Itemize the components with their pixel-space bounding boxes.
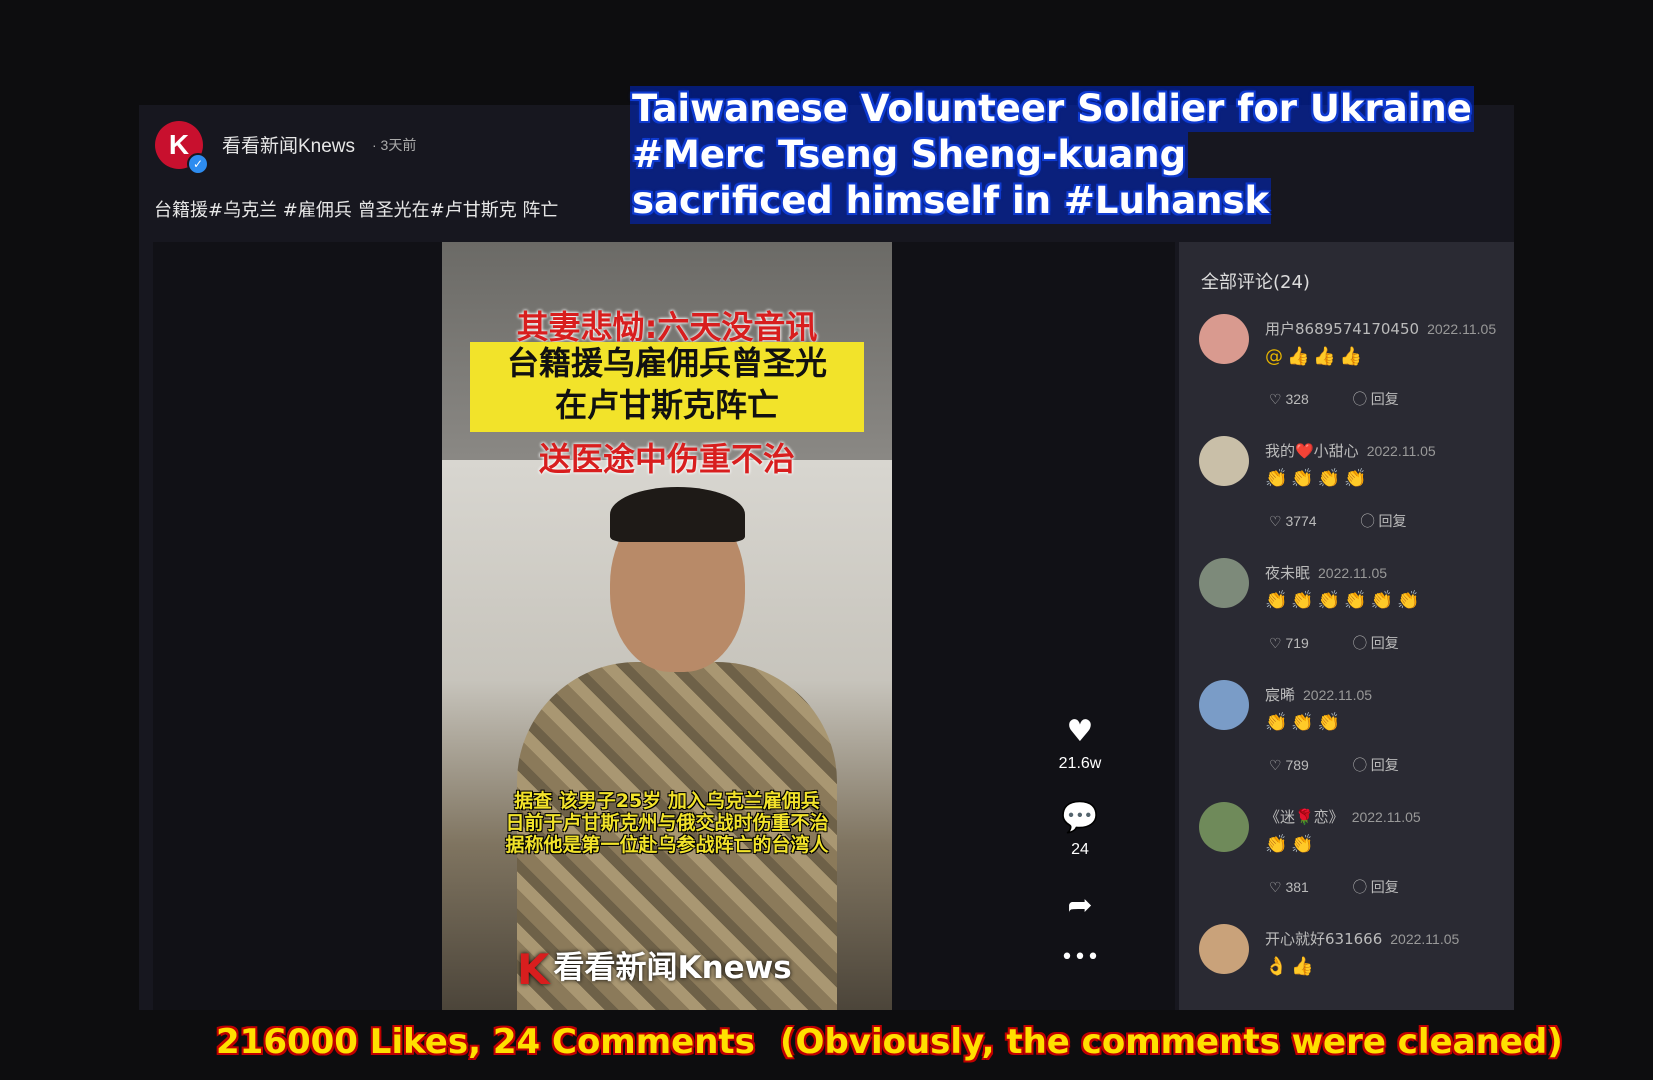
comment-like-button[interactable]: ♡ 789 — [1269, 757, 1331, 773]
comment-date: 2022.11.05 — [1303, 687, 1373, 703]
comment-author[interactable]: 我的❤️小甜心 2022.11.05 — [1265, 440, 1436, 461]
video-frame[interactable]: 其妻悲恸:六天没音讯 台籍援乌雇佣兵曾圣光 在卢甘斯克阵亡 送医途中伤重不治 据… — [442, 242, 892, 1010]
comment-date: 2022.11.05 — [1318, 565, 1388, 581]
comment-text: 👏👏👏👏👏👏 — [1265, 590, 1424, 611]
share-icon[interactable]: ➦ — [1040, 889, 1120, 923]
comment-date: 2022.11.05 — [1390, 931, 1460, 947]
soldier-hair — [610, 487, 745, 542]
comments-panel[interactable]: 全部评论(24) 用户8689574170450 2022.11.05 @👍👍👍 ♡ … — [1179, 242, 1514, 1010]
video-headline-2: 在卢甘斯克阵亡 — [554, 386, 779, 424]
comment-avatar[interactable] — [1199, 802, 1249, 852]
comment-actions: ♡ 3774 ◯ 回复 — [1269, 511, 1451, 531]
comment-avatar[interactable] — [1199, 314, 1249, 364]
video-subtitles: 据查 该男子25岁 加入乌克兰雇佣兵 日前于卢甘斯克州与俄交战时伤重不治 据称他… — [442, 790, 892, 856]
more-icon[interactable]: ••• — [1040, 941, 1120, 975]
comment-avatar[interactable] — [1199, 558, 1249, 608]
comment-avatar[interactable] — [1199, 436, 1249, 486]
comment-count: 24 — [1071, 841, 1089, 858]
video-subtitle-1: 据查 该男子25岁 加入乌克兰雇佣兵 — [514, 790, 820, 812]
bottom-caption-right: (Obviously, the comments were cleaned) — [780, 1022, 1563, 1062]
video-banner-bottom: 送医途中伤重不治 — [538, 440, 795, 478]
comment-like-button[interactable]: ♡ 719 — [1269, 635, 1331, 651]
overlay-line-2: #Merc Tseng Sheng-kuang — [630, 132, 1189, 178]
video-watermark: K 看看新闻Knews — [517, 945, 792, 994]
video-subtitle-3: 据称他是第一位赴乌参战阵亡的台湾人 — [505, 834, 829, 856]
comment-reply-button[interactable]: ◯ 回复 — [1353, 757, 1421, 773]
action-bar: ♥ 21.6w 💬 24 ➦ ••• — [1040, 715, 1120, 975]
heart-icon[interactable]: ♥ — [1040, 715, 1120, 749]
comment-date: 2022.11.05 — [1351, 809, 1421, 825]
verified-icon: ✓ — [187, 153, 209, 175]
comment-like-button[interactable]: ♡ 381 — [1269, 879, 1331, 895]
like-count: 21.6w — [1058, 755, 1102, 772]
comment-author[interactable]: 夜未眠 2022.11.05 — [1265, 562, 1387, 583]
video-subtitle-2: 日前于卢甘斯克州与俄交战时伤重不治 — [505, 812, 829, 834]
overlay-line-3: sacrificed himself in #Luhansk — [630, 178, 1272, 224]
post-time: · 3天前 — [372, 137, 417, 153]
overlay-line-1: Taiwanese Volunteer Soldier for Ukraine — [630, 86, 1474, 132]
comment-author[interactable]: 用户8689574170450 2022.11.05 — [1265, 318, 1496, 339]
comment-avatar[interactable] — [1199, 924, 1249, 974]
comments-title: 全部评论(24) — [1201, 272, 1310, 293]
comment-reply-button[interactable]: ◯ 回复 — [1353, 879, 1421, 895]
comment-text: 👏👏 — [1265, 834, 1318, 855]
comment-text: 👏👏👏👏 — [1265, 468, 1371, 489]
comment-text: 👏👏👏 — [1265, 712, 1345, 733]
comment-date: 2022.11.05 — [1366, 443, 1436, 459]
comment-avatar[interactable] — [1199, 680, 1249, 730]
comment-author[interactable]: 开心就好631666 2022.11.05 — [1265, 928, 1459, 949]
comment-like-button[interactable]: ♡ 328 — [1269, 391, 1331, 407]
comment-date: 2022.11.05 — [1427, 321, 1497, 337]
comment-actions: ♡ 328 ◯ 回复 — [1269, 389, 1443, 409]
comment-icon[interactable]: 💬 — [1040, 801, 1120, 835]
comment-reply-button[interactable]: ◯ 回复 — [1353, 635, 1421, 651]
overlay-title: Taiwanese Volunteer Soldier for Ukraine … — [630, 86, 1474, 224]
comment-actions: ♡ 381 ◯ 回复 — [1269, 877, 1443, 897]
comment-text: 👌👍 — [1265, 956, 1318, 977]
comment-actions: ♡ 789 ◯ 回复 — [1269, 755, 1443, 775]
knews-logo-icon: K — [517, 945, 550, 994]
author-name[interactable]: 看看新闻Knews — [222, 131, 355, 158]
comment-author[interactable]: 宸晞 2022.11.05 — [1265, 684, 1372, 705]
comment-reply-button[interactable]: ◯ 回复 — [1353, 391, 1421, 407]
video-headline: 台籍援乌雇佣兵曾圣光 在卢甘斯克阵亡 — [470, 342, 864, 432]
comment-author[interactable]: 《迷🌹恋》 2022.11.05 — [1265, 806, 1421, 827]
comment-like-button[interactable]: ♡ 3774 — [1269, 513, 1339, 529]
bottom-caption-left: 216000 Likes, 24 Comments — [216, 1022, 755, 1062]
video-headline-1: 台籍援乌雇佣兵曾圣光 — [506, 344, 827, 382]
comment-actions: ♡ 719 ◯ 回复 — [1269, 633, 1443, 653]
comment-reply-button[interactable]: ◯ 回复 — [1361, 513, 1429, 529]
comment-text: @👍👍👍 — [1265, 346, 1367, 367]
post-caption: 台籍援#乌克兰 #雇佣兵 曾圣光在#卢甘斯克 阵亡 — [154, 200, 559, 221]
